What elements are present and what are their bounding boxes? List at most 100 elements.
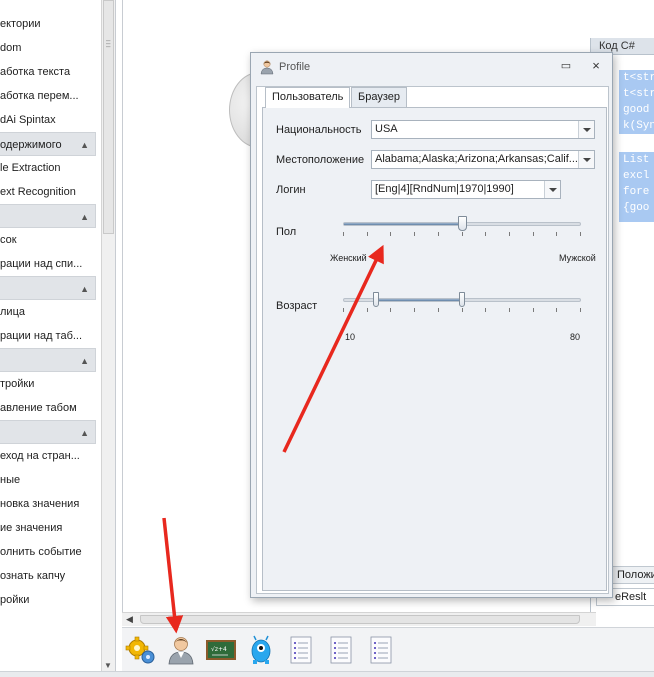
sidebar-item-label: тройки [0, 378, 35, 390]
sidebar-item[interactable]: аботка текста [0, 60, 100, 84]
sidebar-scroll-thumb[interactable]: – – – [103, 0, 114, 234]
tab-position[interactable]: Положи [612, 566, 654, 584]
tab-user[interactable]: Пользователь [265, 87, 351, 108]
slider-tick [438, 308, 439, 312]
chevron-down-icon[interactable] [578, 121, 594, 138]
sidebar-item[interactable]: рации над таб... [0, 324, 100, 348]
sidebar-item[interactable]: еход на стран... [0, 444, 100, 468]
scroll-left-arrow-icon[interactable]: ◀ [126, 614, 133, 625]
slider-tick [462, 232, 463, 236]
profile-button[interactable] [164, 634, 198, 666]
sidebar-item[interactable]: аботка перем... [0, 84, 100, 108]
sidebar-item-label: ектории [0, 18, 41, 30]
slider-tick [367, 232, 368, 236]
location-label: Местоположение [276, 154, 365, 166]
code-selection-1[interactable]: t<str t<str good k(Syn [619, 70, 654, 134]
sidebar-item-label: dom [0, 42, 22, 54]
sidebar-scrollbar[interactable]: – – – ▼ [101, 0, 115, 672]
location-value: Alabama;Alaska;Arizona;Arkansas;Calif... [375, 153, 578, 165]
sidebar-section-header[interactable]: ▲ [0, 204, 96, 228]
profile-icon [260, 60, 274, 75]
tab-browser[interactable]: Браузер [351, 87, 407, 107]
nationality-dropdown[interactable]: USA [371, 120, 595, 139]
location-dropdown[interactable]: Alabama;Alaska;Arizona;Arkansas;Calif... [371, 150, 595, 169]
sidebar-item[interactable]: ные [0, 468, 100, 492]
slider-tick [414, 308, 415, 312]
gender-slider-ticks [343, 232, 581, 238]
slider-tick [485, 308, 486, 312]
code-selection-2[interactable]: List excl fore {goo [619, 152, 654, 222]
gender-slider-thumb[interactable] [458, 216, 467, 231]
code-line: excl [623, 170, 650, 182]
slider-tick [414, 232, 415, 236]
age-min-thumb[interactable] [373, 292, 379, 307]
chevron-up-icon[interactable]: ▲ [80, 133, 89, 157]
age-max-thumb[interactable] [459, 292, 465, 307]
list-document-icon [290, 636, 312, 664]
code-line: t<str [623, 72, 654, 84]
age-min-label: 10 [345, 332, 356, 342]
sidebar-item[interactable]: ознать капчу [0, 564, 100, 588]
sidebar-section-header[interactable]: ▲ [0, 420, 96, 444]
slider-tick [343, 308, 344, 312]
sidebar-item-label: ные [0, 474, 21, 486]
sidebar-item[interactable]: ext Recognition [0, 180, 100, 204]
status-strip [0, 671, 654, 677]
canvas-horizontal-scrollbar[interactable]: ◀ [122, 612, 596, 626]
alien-button[interactable] [244, 634, 278, 666]
sidebar-item[interactable]: новка значения [0, 492, 100, 516]
list-document-button[interactable] [284, 634, 318, 666]
gender-slider[interactable] [343, 216, 581, 254]
profile-dialog: Profile ▭ × Пользователь Браузер Национа… [250, 52, 613, 598]
slider-tick [556, 232, 557, 236]
login-value: [Eng|4][RndNum|1970|1990] [375, 183, 514, 195]
sidebar-item-label: рации над спи... [0, 258, 83, 270]
sidebar-item[interactable]: тройки [0, 372, 100, 396]
sidebar-item[interactable]: сок [0, 228, 100, 252]
close-icon[interactable]: × [589, 59, 603, 73]
gears-button[interactable] [124, 634, 158, 666]
sidebar-item[interactable]: ектории [0, 12, 100, 36]
user-tab-page: Национальность USA Местоположение Alabam… [262, 107, 607, 591]
slider-tick [533, 308, 534, 312]
sidebar-section-header[interactable]: ▲ [0, 276, 96, 300]
chevron-up-icon[interactable]: ▲ [80, 205, 89, 229]
scroll-down-arrow-icon[interactable]: ▼ [104, 661, 112, 670]
sidebar-item-label: ознать капчу [0, 570, 66, 582]
sidebar-item[interactable]: ие значения [0, 516, 100, 540]
sidebar-item[interactable]: le Extraction [0, 156, 100, 180]
list-document-button[interactable] [324, 634, 358, 666]
sidebar-item[interactable]: dAi Spintax [0, 108, 100, 132]
chevron-up-icon[interactable]: ▲ [80, 421, 89, 445]
chalkboard-button[interactable]: √z+4 [204, 634, 238, 666]
age-range-slider[interactable] [343, 292, 581, 330]
canvas-scroll-thumb[interactable] [140, 615, 580, 624]
login-label: Логин [276, 184, 306, 196]
age-label: Возраст [276, 300, 318, 312]
sidebar-item-label: еход на стран... [0, 450, 80, 462]
slider-tick [580, 308, 581, 312]
sidebar-section-header[interactable]: одержимого ▲ [0, 132, 96, 156]
chevron-up-icon[interactable]: ▲ [80, 277, 89, 301]
sidebar-item-label: ext Recognition [0, 186, 76, 198]
list-document-button[interactable] [364, 634, 398, 666]
nationality-value: USA [375, 123, 398, 135]
sidebar-item[interactable]: рации над спи... [0, 252, 100, 276]
chevron-down-icon[interactable] [578, 151, 594, 168]
sidebar-item[interactable]: dom [0, 36, 100, 60]
sidebar-item[interactable]: олнить событие [0, 540, 100, 564]
dialog-titlebar[interactable]: Profile ▭ × [251, 53, 612, 81]
slider-tick [367, 308, 368, 312]
sidebar-item[interactable]: ройки [0, 588, 100, 612]
gender-slider-fill [344, 223, 463, 225]
sidebar-section-header[interactable]: ▲ [0, 348, 96, 372]
chevron-up-icon[interactable]: ▲ [80, 349, 89, 373]
slider-tick [343, 232, 344, 236]
svg-text:√z+4: √z+4 [211, 646, 227, 653]
sidebar-item[interactable]: авление табом [0, 396, 100, 420]
list-document-icon [370, 636, 392, 664]
chevron-down-icon[interactable] [544, 181, 560, 198]
restore-icon[interactable]: ▭ [559, 60, 573, 74]
sidebar-item[interactable]: лица [0, 300, 100, 324]
login-dropdown[interactable]: [Eng|4][RndNum|1970|1990] [371, 180, 561, 199]
